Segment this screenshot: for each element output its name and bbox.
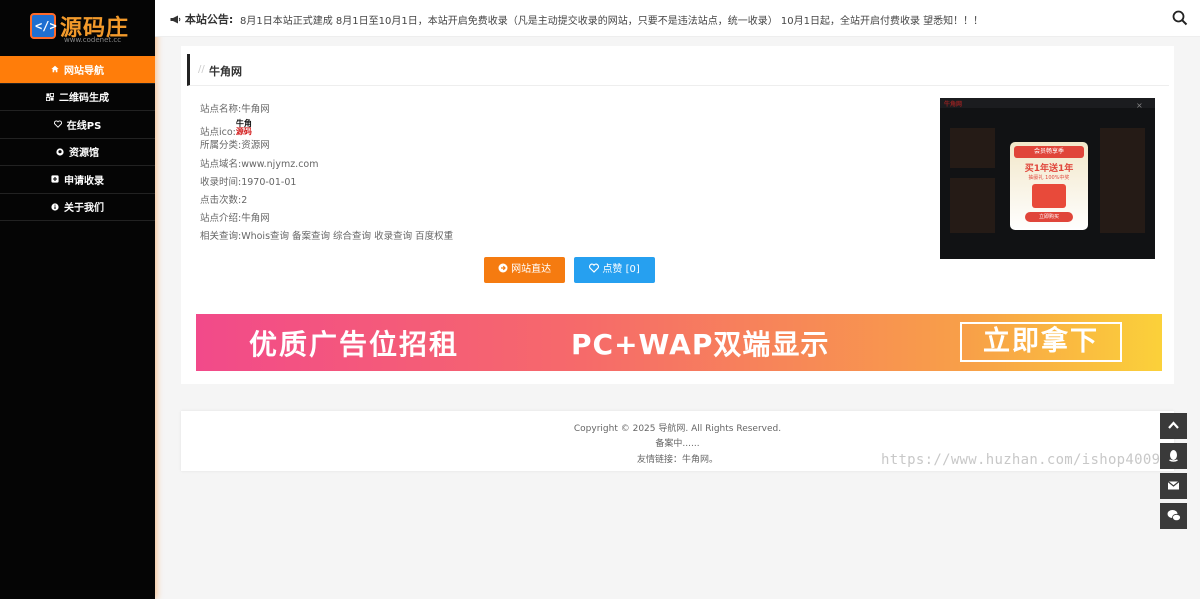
- domain-value: www.njymz.com: [241, 158, 319, 170]
- arrow-circle-right-icon: [498, 263, 508, 273]
- watermark: https://www.huzhan.com/ishop4009: [881, 452, 1161, 468]
- logo-subtitle: www.codenet.cc: [64, 36, 122, 44]
- baidu-weight-link[interactable]: 百度权重: [415, 231, 453, 242]
- sidebar-item-label: 申请收录: [64, 175, 104, 187]
- like-button[interactable]: 点赞 [0]: [574, 257, 655, 283]
- sidebar-item-label: 关于我们: [64, 203, 104, 215]
- sidebar-nav: 网站导航 二维码生成 在线PS 资源馆 申请收录 关于我们: [0, 56, 155, 221]
- heart-icon: [53, 120, 62, 129]
- plus-square-icon: [51, 175, 59, 183]
- ad-cta: 立即拿下: [960, 322, 1122, 362]
- sidebar-item-resources[interactable]: 资源馆: [0, 139, 155, 166]
- time-value: 1970-01-01: [241, 176, 297, 188]
- code-icon: </>: [30, 13, 57, 39]
- sidebar-item-label: 在线PS: [66, 120, 102, 132]
- notice-text: 8月1日本站正式建成 8月1日至10月1日，本站开启免费收录（凡是主动提交收录的…: [240, 16, 984, 27]
- clicks-value: 2: [241, 194, 248, 206]
- site-screenshot[interactable]: 牛角网 × 会员畅享季 买1年送1年 抽豪礼 100%中奖 立即购买: [940, 98, 1155, 259]
- card-header: // 牛角网: [187, 54, 1169, 86]
- wechat-icon: [1167, 510, 1181, 522]
- whois-link[interactable]: Whois查询: [241, 231, 289, 242]
- topbar: 本站公告: 8月1日本站正式建成 8月1日至10月1日，本站开启免费收录（凡是主…: [155, 0, 1200, 37]
- home-icon: [51, 66, 59, 73]
- beian-text: 备案中......: [655, 439, 700, 449]
- slash-icon: //: [198, 64, 205, 75]
- ad-banner[interactable]: 优质广告位招租 PC+WAP双端显示 立即拿下: [196, 314, 1162, 371]
- sidebar-item-label: 网站导航: [64, 65, 104, 77]
- info-row-clicks: 点击次数:2: [200, 194, 248, 206]
- sidebar-item-home[interactable]: 网站导航: [0, 56, 155, 84]
- site-name-value: 牛角网: [241, 104, 270, 115]
- index-link[interactable]: 收录查询: [374, 231, 412, 242]
- beian-link[interactable]: 备案查询: [292, 231, 330, 242]
- visit-site-button[interactable]: 网站直达: [484, 257, 565, 283]
- email-button[interactable]: [1160, 473, 1187, 499]
- screenshot-popup: 会员畅享季 买1年送1年 抽豪礼 100%中奖 立即购买: [1010, 142, 1088, 230]
- info-row-query: 相关查询:Whois查询 备案查询 综合查询 收录查询 百度权重: [200, 231, 454, 243]
- chevron-up-icon: [1168, 421, 1179, 429]
- sidebar-item-about[interactable]: 关于我们: [0, 194, 155, 221]
- sidebar-item-qrcode[interactable]: 二维码生成: [0, 84, 155, 111]
- sidebar-item-submit[interactable]: 申请收录: [0, 166, 155, 194]
- page-title: 牛角网: [209, 65, 242, 78]
- info-row-time: 收录时间:1970-01-01: [200, 176, 297, 188]
- overall-link[interactable]: 综合查询: [333, 231, 371, 242]
- wechat-button[interactable]: [1160, 503, 1187, 529]
- intro-value: 牛角网: [241, 213, 270, 225]
- visit-site-label: 网站直达: [511, 264, 552, 275]
- ad-text-middle: PC+WAP双端显示: [571, 328, 830, 361]
- sidebar-item-ps[interactable]: 在线PS: [0, 111, 155, 139]
- back-to-top-button[interactable]: [1160, 413, 1187, 439]
- info-row-ico: 站点ico: 牛角 源码: [200, 119, 252, 139]
- sidebar: </> 源码庄 www.codenet.cc 网站导航 二维码生成 在线PS 资…: [0, 0, 155, 599]
- sidebar-item-label: 二维码生成: [59, 93, 109, 105]
- heart-icon: [589, 263, 600, 273]
- search-icon[interactable]: [1172, 10, 1188, 26]
- qrcode-icon: [46, 92, 54, 101]
- sidebar-item-label: 资源馆: [69, 148, 99, 160]
- gift-icon: [1032, 184, 1066, 208]
- notice-label: 本站公告:: [170, 11, 233, 27]
- bullhorn-icon: [170, 15, 181, 24]
- github-icon: [56, 148, 64, 156]
- info-circle-icon: [51, 203, 59, 211]
- ad-text-left: 优质广告位招租: [249, 328, 460, 361]
- envelope-icon: [1167, 481, 1180, 490]
- notice-label-text: 本站公告:: [184, 13, 234, 26]
- info-row-category: 所属分类:资源网: [200, 140, 270, 152]
- qq-button[interactable]: [1160, 443, 1187, 469]
- site-favicon: 牛角 源码: [235, 119, 252, 137]
- logo[interactable]: </> 源码庄 www.codenet.cc: [0, 0, 155, 56]
- like-label: 点赞 [0]: [602, 264, 640, 275]
- info-row-name: 站点名称:牛角网: [200, 104, 270, 115]
- qq-icon: [1169, 450, 1178, 462]
- category-value: 资源网: [241, 140, 270, 152]
- copyright: Copyright © 2025 导航网. All Rights Reserve…: [573, 424, 782, 434]
- info-row-domain: 站点域名:www.njymz.com: [200, 158, 319, 170]
- info-row-intro: 站点介绍:牛角网: [200, 213, 270, 225]
- site-info-list: 站点名称:牛角网 站点ico: 牛角 源码 所属分类:资源网 站点域名:www.nj…: [200, 101, 456, 247]
